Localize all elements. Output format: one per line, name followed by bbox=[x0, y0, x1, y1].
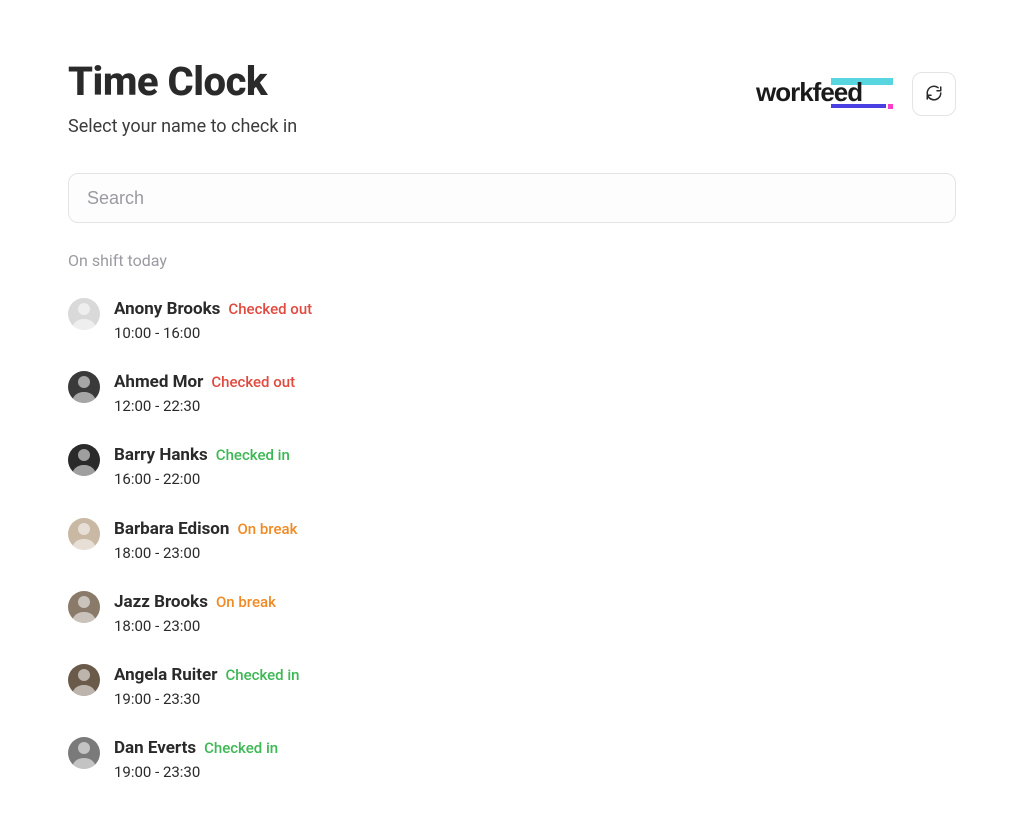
shift-time: 10:00 - 16:00 bbox=[114, 323, 312, 343]
shift-time: 18:00 - 23:00 bbox=[114, 616, 276, 636]
employee-name: Barbara Edison bbox=[114, 518, 229, 541]
status-badge: On break bbox=[237, 519, 297, 539]
shift-row[interactable]: Angela Ruiter Checked in 19:00 - 23:30 bbox=[68, 654, 956, 727]
shift-row[interactable]: Anony Brooks Checked out 10:00 - 16:00 bbox=[68, 288, 956, 361]
page-subtitle: Select your name to check in bbox=[68, 116, 297, 137]
search-input[interactable] bbox=[68, 173, 956, 223]
svg-text:workfeed: workfeed bbox=[756, 77, 862, 107]
status-badge: Checked out bbox=[228, 299, 312, 319]
avatar bbox=[68, 518, 100, 550]
workfeed-logo: workfeed bbox=[756, 75, 896, 113]
employee-name: Dan Everts bbox=[114, 737, 196, 760]
shift-time: 12:00 - 22:30 bbox=[114, 396, 295, 416]
avatar bbox=[68, 298, 100, 330]
shift-time: 18:00 - 23:00 bbox=[114, 543, 297, 563]
shift-row[interactable]: Ahmed Mor Checked out 12:00 - 22:30 bbox=[68, 361, 956, 434]
status-badge: Checked in bbox=[225, 665, 299, 685]
shift-row[interactable]: Barbara Edison On break 18:00 - 23:00 bbox=[68, 508, 956, 581]
shift-row[interactable]: Dan Everts Checked in 19:00 - 23:30 bbox=[68, 727, 956, 800]
shift-row[interactable]: Barry Hanks Checked in 16:00 - 22:00 bbox=[68, 434, 956, 507]
header: Time Clock Select your name to check in … bbox=[68, 60, 956, 137]
status-badge: On break bbox=[216, 592, 276, 612]
status-badge: Checked in bbox=[216, 445, 290, 465]
page-title: Time Clock bbox=[68, 60, 297, 104]
avatar bbox=[68, 591, 100, 623]
avatar bbox=[68, 664, 100, 696]
employee-name: Jazz Brooks bbox=[114, 591, 208, 614]
employee-name: Angela Ruiter bbox=[114, 664, 217, 687]
shift-time: 19:00 - 23:30 bbox=[114, 762, 278, 782]
section-label: On shift today bbox=[68, 251, 956, 270]
employee-name: Barry Hanks bbox=[114, 444, 208, 467]
shift-list: Anony Brooks Checked out 10:00 - 16:00 Ahme… bbox=[68, 288, 956, 800]
avatar bbox=[68, 737, 100, 769]
employee-name: Anony Brooks bbox=[114, 298, 220, 321]
refresh-button[interactable] bbox=[912, 72, 956, 116]
status-badge: Checked out bbox=[211, 372, 295, 392]
shift-time: 16:00 - 22:00 bbox=[114, 469, 290, 489]
avatar bbox=[68, 371, 100, 403]
employee-name: Ahmed Mor bbox=[114, 371, 203, 394]
shift-time: 19:00 - 23:30 bbox=[114, 689, 300, 709]
shift-row[interactable]: Jazz Brooks On break 18:00 - 23:00 bbox=[68, 581, 956, 654]
avatar bbox=[68, 444, 100, 476]
status-badge: Checked in bbox=[204, 738, 278, 758]
refresh-icon bbox=[925, 84, 943, 105]
